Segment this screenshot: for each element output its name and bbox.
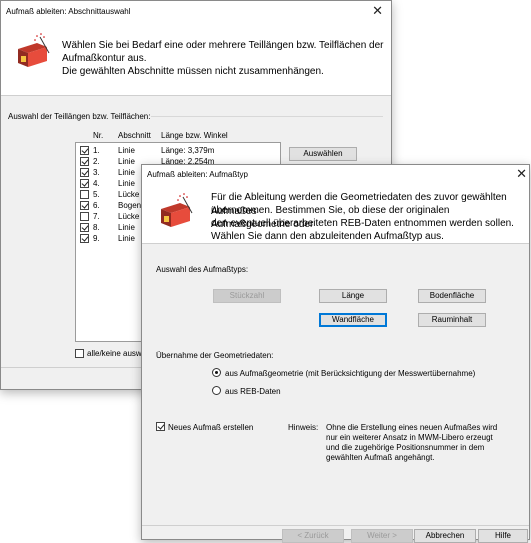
row-nr: 2. [93,157,100,166]
hint-line-4: gewählten Aufmaß angehängt. [326,453,435,462]
row-checkbox[interactable] [80,223,89,232]
row-laenge: Länge: 3,379m [161,146,215,155]
wandflaeche-button[interactable]: Wandfläche [319,313,387,327]
row-nr: 5. [93,190,100,199]
radio-reb-daten-label: aus REB-Daten [225,387,281,396]
new-aufmass-checkbox[interactable] [156,422,165,431]
radio-aufmassgeometrie[interactable] [212,368,221,377]
laenge-button[interactable]: Länge [319,289,387,303]
type-group-label: Auswahl des Aufmaßtyps: [156,265,249,274]
row-checkbox[interactable] [80,190,89,199]
row-checkbox[interactable] [80,212,89,221]
row-checkbox[interactable] [80,146,89,155]
column-header-abschnitt: Abschnitt [118,131,151,140]
footer-divider [142,525,529,526]
title-bar: Aufmaß ableiten: Aufmaßtyp ✕ [142,165,529,185]
row-abschnitt: Linie [118,223,135,232]
row-nr: 9. [93,234,100,243]
bodenflaeche-button[interactable]: Bodenfläche [418,289,486,303]
row-abschnitt: Bogen [118,201,142,210]
group-label: Auswahl der Teillängen bzw. Teilflächen: [8,112,151,121]
radio-reb-daten[interactable] [212,386,221,395]
hint-line-2: nur ein weiterer Ansatz in MWM-Libero er… [326,433,493,442]
row-checkbox[interactable] [80,234,89,243]
dialog-title: Aufmaß ableiten: Abschnittauswahl [6,7,131,16]
row-nr: 6. [93,201,100,210]
row-nr: 1. [93,146,100,155]
header-line-3: Die gewählten Abschnitte müssen nicht zu… [62,66,324,77]
row-abschnitt: Linie [118,146,135,155]
row-abschnitt: Linie [118,234,135,243]
row-nr: 3. [93,168,100,177]
stueckzahl-button[interactable]: Stückzahl [213,289,281,303]
dialog-title: Aufmaß ableiten: Aufmaßtyp [147,170,248,179]
row-abschnitt: Linie [118,168,135,177]
wizard-icon [161,193,193,227]
row-abschnitt: Linie [118,179,135,188]
wizard-icon [18,33,50,67]
geometry-group-label: Übernahme der Geometriedaten: [156,351,274,360]
group-divider [151,116,383,117]
row-abschnitt: Lücke [118,190,140,199]
row-checkbox[interactable] [80,157,89,166]
row-abschnitt: Lücke [118,212,140,221]
header-line-1: Wählen Sie bei Bedarf eine oder mehrere … [62,40,384,51]
radio-aufmassgeometrie-label: aus Aufmaßgeometrie (mit Berücksichtigun… [225,369,476,378]
row-nr: 8. [93,223,100,232]
dialog-header: Für die Ableitung werden die Geometrieda… [142,185,529,244]
row-abschnitt: Linie [118,157,135,166]
aufmasstyp-dialog: Aufmaß ableiten: Aufmaßtyp ✕ Für die Abl… [141,164,530,543]
dialog-header: Wählen Sie bei Bedarf eine oder mehrere … [1,23,391,96]
hint-line-3: und die zugehörige Positionsnummer in de… [326,443,485,452]
row-nr: 4. [93,179,100,188]
select-button[interactable]: Auswählen [289,147,357,161]
hint-label: Hinweis: [288,423,319,432]
row-checkbox[interactable] [80,179,89,188]
rauminhalt-button[interactable]: Rauminhalt [418,313,486,327]
all-none-checkbox[interactable] [75,349,84,358]
title-bar: Aufmaß ableiten: Abschnittauswahl ✕ [1,1,391,23]
close-icon[interactable]: ✕ [516,166,527,182]
all-none-label: alle/keine auswä [87,349,147,358]
row-nr: 7. [93,212,100,221]
hint-line-1: Ohne die Erstellung eines neuen Aufmaßes… [326,423,498,432]
new-aufmass-label: Neues Aufmaß erstellen [168,423,254,432]
close-icon[interactable]: ✕ [372,3,383,19]
column-header-nr: Nr. [93,131,104,140]
list-item[interactable]: 1. Linie Länge: 3,379m [76,146,280,156]
header-line-2: Aufmaßkontur aus. [62,53,147,64]
column-header-laenge: Länge bzw. Winkel [161,131,228,140]
header-line-3: den eventuell überarbeiteten REB-Daten e… [211,218,514,229]
row-checkbox[interactable] [80,201,89,210]
header-line-4: Wählen Sie dann den abzuleitenden Aufmaß… [211,231,444,242]
row-checkbox[interactable] [80,168,89,177]
